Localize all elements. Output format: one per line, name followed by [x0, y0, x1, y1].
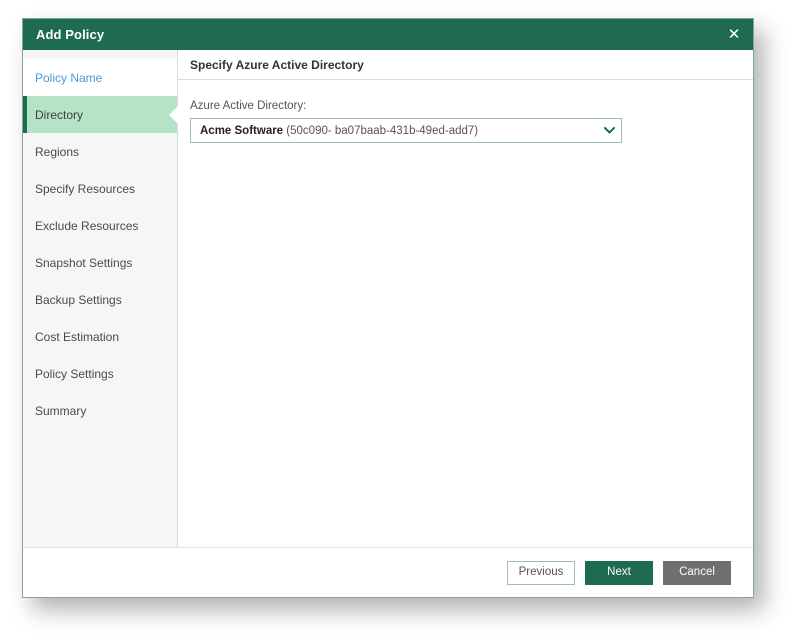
add-policy-dialog: Add Policy ✕ Policy Name Directory Regio…: [22, 18, 754, 598]
dialog-footer: Previous Next Cancel: [23, 547, 753, 597]
sidebar-item-label: Cost Estimation: [35, 329, 120, 344]
content-pane: Specify Azure Active Directory Azure Act…: [178, 50, 753, 547]
azure-ad-tenant-name: Acme Software: [200, 124, 284, 137]
chevron-down-icon: [597, 127, 621, 134]
sidebar-item-label: Backup Settings: [35, 292, 122, 307]
close-icon[interactable]: ✕: [715, 19, 753, 50]
previous-button[interactable]: Previous: [507, 560, 575, 585]
content-header-title: Specify Azure Active Directory: [178, 50, 753, 80]
wizard-sidebar: Policy Name Directory Regions Specify Re…: [23, 50, 178, 547]
dialog-body: Policy Name Directory Regions Specify Re…: [23, 50, 753, 547]
sidebar-item-summary[interactable]: Summary: [23, 392, 177, 429]
sidebar-item-policy-settings[interactable]: Policy Settings: [23, 355, 177, 392]
sidebar-item-label: Directory: [35, 107, 84, 122]
sidebar-item-cost-estimation[interactable]: Cost Estimation: [23, 318, 177, 355]
sidebar-item-policy-name[interactable]: Policy Name: [23, 59, 177, 96]
dialog-title-bar: Add Policy ✕: [23, 19, 753, 50]
cancel-button[interactable]: Cancel: [663, 560, 731, 585]
sidebar-item-label: Regions: [35, 144, 80, 159]
azure-ad-tenant-id: (50c090- ba07baab-431b-49ed-add7): [286, 124, 479, 137]
content-inner: Azure Active Directory: Acme Software (5…: [178, 80, 753, 547]
sidebar-item-label: Policy Name: [35, 70, 103, 85]
sidebar-item-directory[interactable]: Directory: [23, 96, 177, 133]
sidebar-item-snapshot-settings[interactable]: Snapshot Settings: [23, 244, 177, 281]
sidebar-item-label: Snapshot Settings: [35, 255, 133, 270]
sidebar-item-label: Summary: [35, 403, 87, 418]
azure-ad-select[interactable]: Acme Software (50c090- ba07baab-431b-49e…: [190, 118, 622, 143]
sidebar-item-label: Policy Settings: [35, 366, 114, 381]
sidebar-item-specify-resources[interactable]: Specify Resources: [23, 170, 177, 207]
sidebar-item-backup-settings[interactable]: Backup Settings: [23, 281, 177, 318]
next-button[interactable]: Next: [585, 560, 653, 585]
azure-ad-label: Azure Active Directory:: [190, 100, 307, 112]
sidebar-item-label: Specify Resources: [35, 181, 136, 196]
sidebar-item-label: Exclude Resources: [35, 218, 139, 233]
sidebar-item-regions[interactable]: Regions: [23, 133, 177, 170]
page-title: Add Policy: [36, 27, 105, 42]
azure-ad-select-value: Acme Software (50c090- ba07baab-431b-49e…: [191, 125, 597, 137]
sidebar-item-exclude-resources[interactable]: Exclude Resources: [23, 207, 177, 244]
